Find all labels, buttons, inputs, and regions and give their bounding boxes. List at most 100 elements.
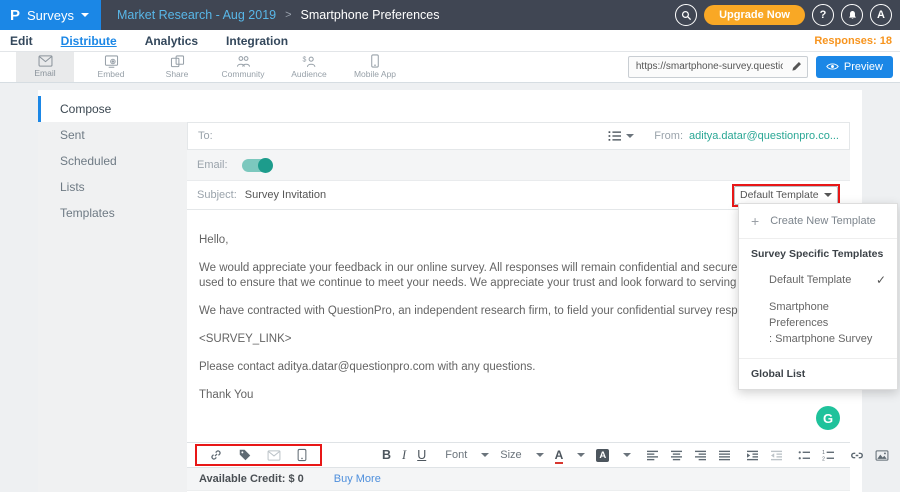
embed-icon (104, 55, 119, 68)
sidebar-item-sent[interactable]: Sent (38, 122, 187, 148)
email-toggle[interactable] (242, 159, 272, 172)
credit-row: Available Credit: $ 0 Buy More (187, 468, 850, 491)
align-center-button[interactable] (670, 450, 683, 461)
underline-button[interactable]: U (417, 449, 426, 462)
svg-text:$: $ (302, 56, 306, 63)
font-dropdown[interactable]: Font (445, 449, 489, 461)
sidebar-item-templates[interactable]: Templates (38, 200, 187, 226)
image-icon (875, 450, 889, 461)
insert-tag-button[interactable] (238, 448, 252, 462)
search-button[interactable] (675, 4, 697, 26)
font-dropdown-label: Font (445, 449, 467, 461)
avatar-icon: A (877, 9, 885, 21)
template-select-dropdown[interactable]: Default Template (734, 186, 838, 205)
indent-decrease-icon (770, 450, 783, 461)
editor-toolbar: B I U Font Size A A 12 (187, 442, 850, 468)
channel-embed[interactable]: Embed (82, 51, 140, 82)
channel-audience[interactable]: $ Audience (280, 51, 338, 82)
pencil-icon (791, 61, 802, 72)
bold-button[interactable]: B (382, 449, 391, 462)
tab-integration[interactable]: Integration (226, 34, 288, 48)
menu-option-label: Smartphone Preferences (769, 300, 885, 332)
format-tools: B I U Font Size A A 12 (382, 446, 900, 464)
community-icon (236, 55, 251, 68)
tab-edit[interactable]: Edit (10, 34, 33, 48)
channel-label: Share (166, 69, 189, 79)
insert-sms-button[interactable] (296, 448, 308, 462)
sidebar-item-compose[interactable]: Compose (38, 96, 187, 122)
channel-community[interactable]: Community (214, 51, 272, 82)
questionpro-logo-icon: P (10, 7, 20, 24)
menu-item-create-new-template[interactable]: + Create New Template (739, 204, 897, 239)
channel-share[interactable]: Share (148, 51, 206, 82)
from-address-link[interactable]: aditya.datar@questionpro.co... (689, 130, 839, 142)
notifications-button[interactable] (841, 4, 863, 26)
chevron-down-icon (626, 134, 634, 138)
share-icon (170, 55, 185, 68)
menu-item-smartphone-preferences[interactable]: Smartphone Preferences : Smartphone Surv… (739, 293, 897, 359)
italic-button[interactable]: I (402, 449, 406, 462)
insert-link-button[interactable] (209, 448, 223, 462)
sidebar-item-lists[interactable]: Lists (38, 174, 187, 200)
bullet-list-button[interactable] (798, 450, 811, 461)
phone-rect-icon (296, 448, 308, 462)
create-new-template-label: Create New Template (770, 215, 876, 227)
upgrade-now-button[interactable]: Upgrade Now (704, 5, 805, 25)
insert-email-button[interactable] (267, 450, 281, 461)
link-icon (209, 448, 223, 462)
channel-label: Mobile App (354, 69, 396, 79)
to-input[interactable] (219, 129, 609, 143)
eye-icon (826, 62, 839, 71)
tab-analytics[interactable]: Analytics (145, 34, 198, 48)
search-icon (681, 10, 692, 21)
align-right-button[interactable] (694, 450, 707, 461)
help-button[interactable]: ? (812, 4, 834, 26)
email-sidebar: Compose Sent Scheduled Lists Templates (38, 96, 187, 492)
text-color-button[interactable]: A (555, 448, 586, 462)
preview-button[interactable]: Preview (816, 56, 893, 78)
hyperlink-button[interactable] (850, 451, 864, 460)
numbered-list-icon: 12 (822, 450, 835, 461)
to-label: To: (198, 130, 213, 142)
indent-increase-button[interactable] (746, 450, 759, 461)
email-toggle-row: Email: (187, 150, 850, 181)
numbered-list-button[interactable]: 12 (822, 450, 835, 461)
breadcrumb-folder-link[interactable]: Market Research - Aug 2019 (117, 8, 276, 22)
tab-distribute[interactable]: Distribute (61, 34, 117, 48)
subject-value[interactable]: Survey Invitation (245, 189, 326, 201)
surveys-menu-button[interactable]: P Surveys (0, 0, 101, 30)
to-row-right: From: aditya.datar@questionpro.co... (608, 130, 839, 142)
plus-icon: + (751, 214, 759, 228)
channel-mobile-app[interactable]: Mobile App (346, 51, 404, 82)
menu-option-sublabel: : Smartphone Survey (769, 332, 885, 348)
breadcrumb-separator: > (285, 9, 291, 21)
edit-url-button[interactable] (787, 61, 807, 72)
channel-label: Email (34, 68, 55, 78)
account-avatar-button[interactable]: A (870, 4, 892, 26)
menu-section-header: Survey Specific Templates (739, 239, 897, 267)
channel-label: Embed (98, 69, 125, 79)
email-icon (38, 55, 53, 67)
survey-url-input[interactable] (629, 61, 787, 72)
size-dropdown[interactable]: Size (500, 449, 543, 461)
align-left-button[interactable] (646, 450, 659, 461)
background-color-button[interactable]: A (596, 449, 631, 462)
grammarly-button[interactable]: G (816, 406, 840, 430)
menu-item-default-template[interactable]: Default Template ✓ (739, 267, 897, 293)
channel-email[interactable]: Email (16, 51, 74, 82)
breadcrumb: Market Research - Aug 2019 > Smartphone … (117, 8, 440, 22)
insert-image-button[interactable] (875, 450, 889, 461)
chevron-down-icon (623, 453, 631, 457)
responses-count[interactable]: Responses: 18 (814, 35, 892, 47)
check-icon: ✓ (876, 273, 886, 287)
menu-item-global-list[interactable]: Global List (739, 359, 897, 389)
buy-more-link[interactable]: Buy More (334, 473, 381, 485)
available-credit-label: Available Credit: $ 0 (199, 473, 304, 485)
from-label: From: (654, 130, 683, 142)
text-color-icon: A (555, 448, 564, 462)
select-email-list-button[interactable] (608, 130, 634, 142)
sidebar-item-scheduled[interactable]: Scheduled (38, 148, 187, 174)
align-justify-button[interactable] (718, 450, 731, 461)
indent-decrease-button[interactable] (770, 450, 783, 461)
envelope-icon (267, 450, 281, 461)
